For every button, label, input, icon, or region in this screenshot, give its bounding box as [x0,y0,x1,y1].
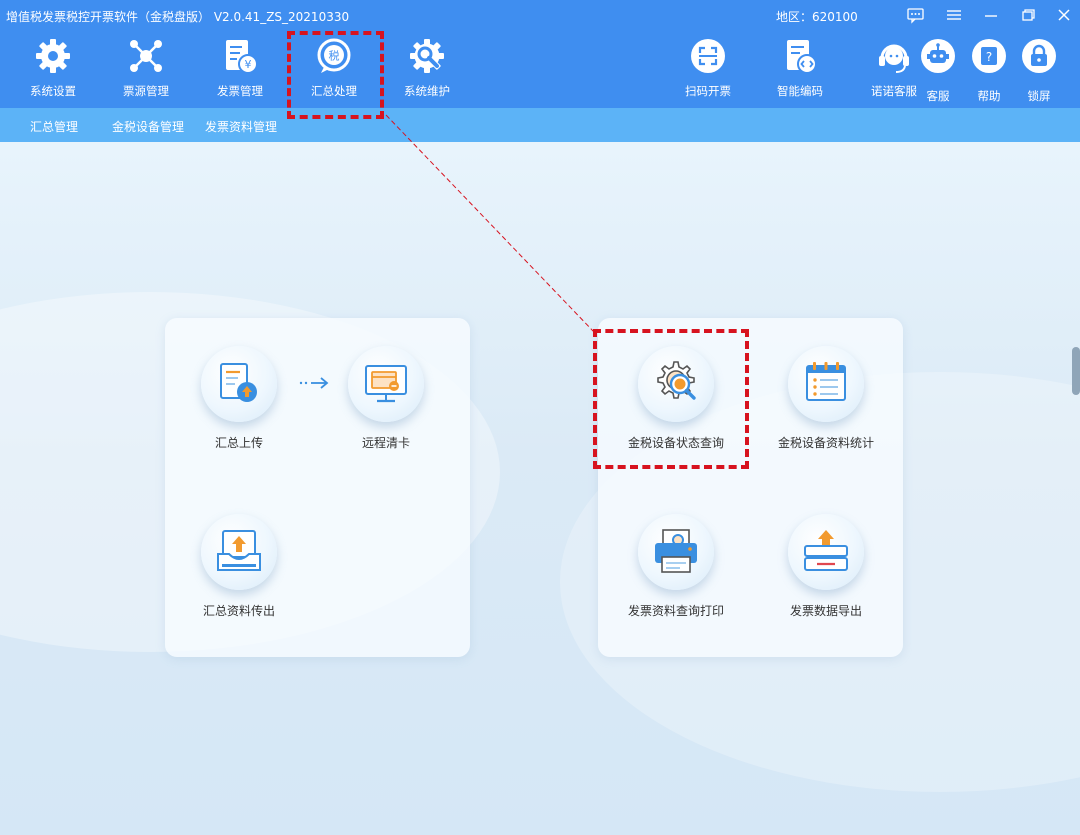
toolbar-label: 系统维护 [404,84,450,98]
function-label: 汇总上传 [214,436,263,450]
toolbar-system-maintenance[interactable]: 系统维护 [382,30,472,108]
toolbar-label: 系统设置 [30,84,76,98]
toolbar-smart-coding[interactable]: 智能编码 [755,30,845,108]
close-icon[interactable] [1051,5,1077,25]
feedback-icon[interactable] [903,5,929,25]
invoice-data-query-print-button[interactable]: 发票资料查询打印 [601,514,751,624]
main-area: 汇总上传 远程清卡 汇总资料传出 金税设备状态查询 金税设备资料统计 发票资料查… [0,142,1080,835]
toolbar-scan-invoice[interactable]: 扫码开票 [663,30,753,108]
toolbar-label: 锁屏 [1027,89,1051,103]
toolbar-label: 发票管理 [217,84,263,98]
network-icon [126,36,166,76]
subtab-tax-device-management[interactable]: 金税设备管理 [112,118,184,135]
function-label: 发票数据导出 [789,604,862,618]
main-toolbar: 系统设置 票源管理 ¥ 发票管理 税 汇总处理 系统维护 扫码开票 智能编码 诺… [0,30,1080,108]
calendar-list-icon [806,362,846,401]
data-export-tray-icon [217,530,261,571]
invoice-icon: ¥ [220,36,260,76]
subtab-invoice-data-management[interactable]: 发票资料管理 [205,118,277,135]
highlight-box-summary-toolbar [287,31,384,119]
restore-icon[interactable] [1015,5,1041,25]
function-label: 金税设备资料统计 [777,436,874,450]
function-label: 汇总资料传出 [202,604,275,618]
summary-data-export-button[interactable]: 汇总资料传出 [164,514,314,624]
data-export-icon [804,530,848,571]
svg-text:¥: ¥ [245,58,252,71]
summary-panel: 汇总上传 远程清卡 汇总资料传出 [165,318,470,657]
toolbar-invoice-management[interactable]: ¥ 发票管理 [195,30,285,108]
toolbar-ticket-source[interactable]: 票源管理 [101,30,191,108]
wrench-gear-icon [407,36,447,76]
gear-icon [33,36,73,76]
app-title: 增值税发票税控开票软件（金税盘版） V2.0.41_ZS_20210330 [6,10,350,24]
subtab-summary-management[interactable]: 汇总管理 [30,118,78,135]
code-doc-icon [780,36,820,76]
menu-icon[interactable] [941,5,967,25]
tax-device-data-statistics-button[interactable]: 金税设备资料统计 [751,346,901,456]
printer-search-icon [655,529,697,573]
remote-clear-icon [365,365,407,403]
region-label: 地区：620100 [776,10,858,24]
lock-icon [1019,36,1059,76]
sub-tab-bar: 汇总管理 金税设备管理 发票资料管理 [0,108,1080,142]
remote-clear-card-button[interactable]: 远程清卡 [311,346,461,456]
highlight-box-status-query [593,329,749,469]
minimize-icon[interactable] [978,5,1004,25]
toolbar-lock-screen[interactable]: 锁屏 [994,30,1080,108]
toolbar-system-settings[interactable]: 系统设置 [8,30,98,108]
help-glyph: ? [986,50,992,64]
scrollbar-handle[interactable] [1072,347,1080,395]
function-label: 远程清卡 [361,436,410,450]
function-label: 发票资料查询打印 [627,604,724,618]
scan-icon [688,36,728,76]
toolbar-label: 票源管理 [123,84,169,98]
toolbar-label: 扫码开票 [685,84,731,98]
summary-upload-icon [220,363,257,402]
title-bar: 增值税发票税控开票软件（金税盘版） V2.0.41_ZS_20210330 地区… [0,0,1080,30]
invoice-data-export-button[interactable]: 发票数据导出 [751,514,901,624]
toolbar-label: 智能编码 [777,84,823,98]
summary-upload-button[interactable]: 汇总上传 [164,346,314,456]
